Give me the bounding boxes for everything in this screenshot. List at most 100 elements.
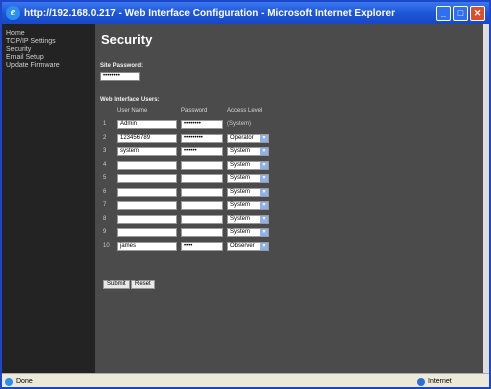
chevron-down-icon[interactable]: ▼ <box>260 229 268 236</box>
row-number: 10 <box>103 242 110 249</box>
table-row: 7 System ▼ <box>95 201 489 212</box>
sidebar-item-update-firmware[interactable]: Update Firmware <box>2 62 95 70</box>
access-level-select[interactable]: Observer ▼ <box>227 241 269 251</box>
sidebar-nav: Home TCP/IP Settings Security Email Setu… <box>2 24 95 373</box>
site-password-field[interactable]: •••••••• <box>100 72 140 81</box>
chevron-down-icon[interactable]: ▼ <box>260 202 268 209</box>
table-row: 3 system •••••• System ▼ <box>95 147 489 158</box>
web-interface-users-label: Web Interface Users: <box>100 97 160 103</box>
window-controls: _ □ ✕ <box>436 5 485 21</box>
access-level-value: System <box>230 148 251 154</box>
access-level-value: System <box>230 215 251 222</box>
password-field[interactable] <box>181 201 223 210</box>
user-name-field[interactable] <box>117 201 177 210</box>
close-icon[interactable]: ✕ <box>470 5 485 21</box>
password-field[interactable] <box>181 228 223 237</box>
user-name-field[interactable]: 123456789 <box>117 133 177 143</box>
status-left: Done <box>2 377 417 386</box>
password-field[interactable] <box>181 160 223 170</box>
access-level-select[interactable]: System ▼ <box>227 160 269 170</box>
access-level-static: (System) <box>227 121 251 127</box>
reset-button[interactable]: Reset <box>131 280 155 289</box>
table-row: 1 Admin •••••••• (System) <box>95 120 489 131</box>
chevron-down-icon[interactable]: ▼ <box>260 188 268 196</box>
column-header-user-name: User Name <box>117 108 148 114</box>
zone-text: Internet <box>428 378 452 385</box>
status-text: Done <box>16 378 33 385</box>
row-number: 7 <box>103 202 107 208</box>
user-name-field[interactable] <box>117 174 177 183</box>
password-field[interactable] <box>181 214 223 224</box>
row-number: 4 <box>103 161 107 168</box>
access-level-select[interactable]: System ▼ <box>227 147 269 156</box>
security-zone: Internet <box>417 377 489 386</box>
row-number: 3 <box>103 148 107 154</box>
submit-button[interactable]: Submit <box>103 280 130 289</box>
table-row: 2 123456789 ••••••••• Operator ▼ <box>95 133 489 145</box>
password-field[interactable]: •••••••• <box>181 120 223 129</box>
user-name-field[interactable]: system <box>117 147 177 156</box>
column-header-access-level: Access Level <box>227 108 263 114</box>
user-name-field[interactable] <box>117 214 177 224</box>
browser-window: e http://192.168.0.217 - Web Interface C… <box>0 0 491 389</box>
access-level-select[interactable]: System ▼ <box>227 174 269 183</box>
vertical-scrollbar[interactable] <box>483 24 489 373</box>
user-name-field[interactable]: james <box>117 241 177 251</box>
row-number: 8 <box>103 215 107 222</box>
table-row: 6 System ▼ <box>95 187 489 199</box>
sidebar-item-security[interactable]: Security <box>2 46 95 54</box>
chevron-down-icon[interactable]: ▼ <box>260 161 268 169</box>
maximize-icon[interactable]: □ <box>453 5 468 21</box>
password-field[interactable]: ••••••••• <box>181 133 223 143</box>
access-level-value: System <box>230 188 251 195</box>
access-level-select[interactable]: System ▼ <box>227 228 269 237</box>
page-icon <box>5 377 13 386</box>
access-level-value: System <box>230 161 251 168</box>
minimize-icon[interactable]: _ <box>436 5 451 21</box>
chevron-down-icon[interactable]: ▼ <box>260 148 268 155</box>
table-row: 9 System ▼ <box>95 228 489 239</box>
chevron-down-icon[interactable]: ▼ <box>260 175 268 182</box>
internet-explorer-icon: e <box>6 6 20 20</box>
chevron-down-icon[interactable]: ▼ <box>260 242 268 250</box>
sidebar-item-home[interactable]: Home <box>2 30 95 38</box>
sidebar-item-email-setup[interactable]: Email Setup <box>2 54 95 62</box>
access-level-value: System <box>230 202 251 208</box>
column-header-password: Password <box>181 108 208 114</box>
row-number: 2 <box>103 134 107 141</box>
chevron-down-icon[interactable]: ▼ <box>260 215 268 223</box>
user-name-field[interactable] <box>117 187 177 197</box>
access-level-value: Observer <box>230 242 255 249</box>
access-level-select[interactable]: Operator ▼ <box>227 133 269 143</box>
password-field[interactable] <box>181 187 223 197</box>
row-number: 5 <box>103 175 107 181</box>
table-row: 8 System ▼ <box>95 214 489 226</box>
window-title: http://192.168.0.217 - Web Interface Con… <box>24 7 395 19</box>
access-level-select[interactable]: System ▼ <box>227 201 269 210</box>
access-level-value: Operator <box>230 134 254 141</box>
row-number: 9 <box>103 229 107 235</box>
password-field[interactable]: •••••• <box>181 147 223 156</box>
access-level-select[interactable]: System ▼ <box>227 214 269 224</box>
table-row: 4 System ▼ <box>95 160 489 172</box>
site-password-label: Site Password: <box>100 63 144 69</box>
password-field[interactable] <box>181 174 223 183</box>
status-bar: Done Internet <box>2 373 489 387</box>
page-title: Security <box>101 32 153 47</box>
user-name-field[interactable] <box>117 228 177 237</box>
access-level-select[interactable]: System ▼ <box>227 187 269 197</box>
row-number: 6 <box>103 188 107 195</box>
globe-icon <box>417 377 425 386</box>
table-row: 10 james •••• Observer ▼ <box>95 241 489 253</box>
password-field[interactable]: •••• <box>181 241 223 251</box>
row-number: 1 <box>103 121 107 127</box>
sidebar-item-tcpip-settings[interactable]: TCP/IP Settings <box>2 38 95 46</box>
title-bar: e http://192.168.0.217 - Web Interface C… <box>2 2 489 24</box>
user-name-field[interactable] <box>117 160 177 170</box>
table-row: 5 System ▼ <box>95 174 489 185</box>
user-name-field[interactable]: Admin <box>117 120 177 129</box>
chevron-down-icon[interactable]: ▼ <box>260 134 268 142</box>
access-level-value: System <box>230 175 251 181</box>
main-content: Security Site Password: •••••••• Web Int… <box>95 24 489 373</box>
access-level-value: System <box>230 229 251 235</box>
